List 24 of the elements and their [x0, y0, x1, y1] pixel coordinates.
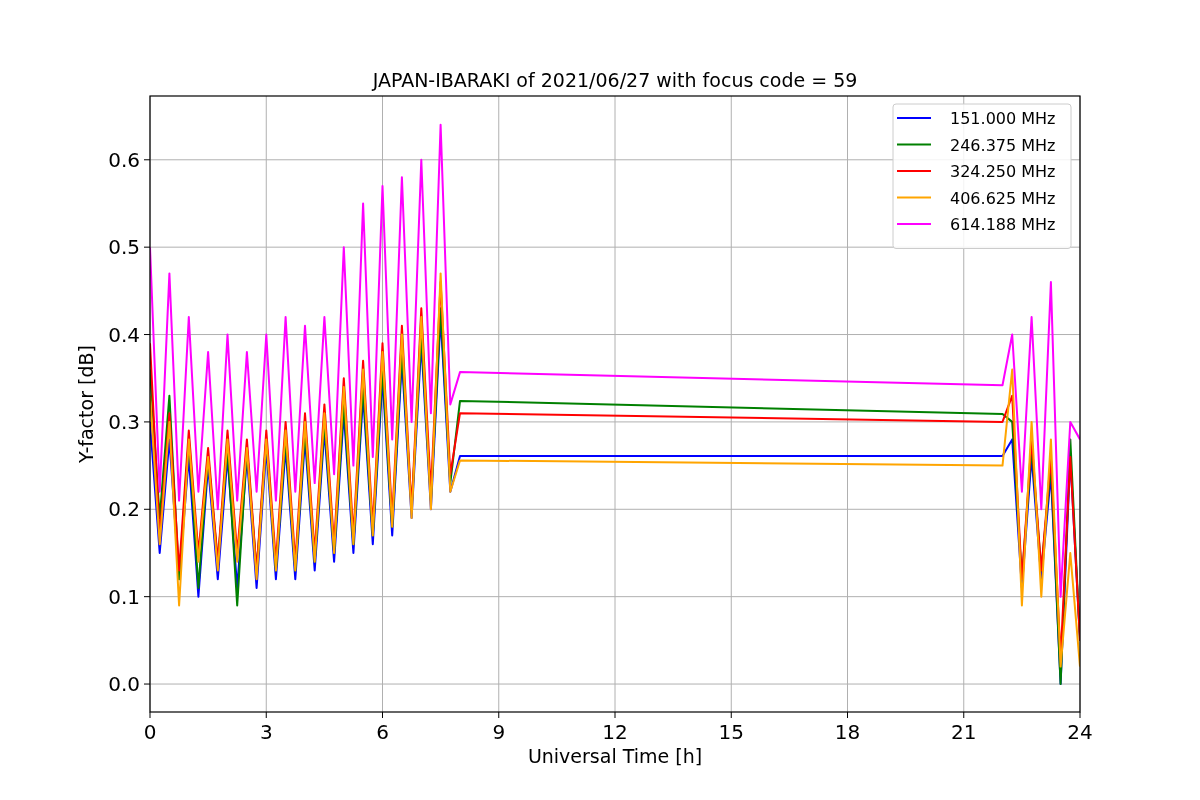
- tick-label: 24: [1067, 720, 1093, 744]
- tick-label: 0: [143, 720, 157, 744]
- tick-label: 3: [259, 720, 273, 744]
- tick-label: 0.6: [108, 147, 140, 172]
- axis-label: Universal Time [h]: [527, 745, 703, 767]
- tick-label: 21: [951, 720, 977, 744]
- tick-label: 9: [492, 720, 506, 744]
- tick-label: 18: [834, 720, 861, 744]
- legend-label: 324.250 MHz: [950, 162, 1056, 181]
- legend-label: 406.625 MHz: [950, 188, 1056, 208]
- tick-label: 0.4: [108, 322, 140, 347]
- tick-label: 6: [376, 720, 389, 744]
- tick-label: 0.0: [108, 672, 140, 697]
- tick-label: 0.5: [108, 235, 140, 260]
- tick-label: 0.2: [108, 497, 140, 522]
- axis-label: Y-factor [dB]: [75, 345, 97, 463]
- chart-title: JAPAN-IBARAKI of 2021/06/27 with focus code = 59: [372, 69, 858, 91]
- legend-label: 614.188 MHz: [950, 215, 1056, 234]
- tick-label: 12: [602, 720, 628, 744]
- legend-label: 151.000 MHz: [950, 109, 1056, 128]
- tick-label: 0.3: [108, 409, 140, 434]
- tick-label: 15: [718, 720, 744, 744]
- legend-label: 246.375 MHz: [950, 135, 1056, 155]
- tick-label: 0.1: [108, 584, 140, 609]
